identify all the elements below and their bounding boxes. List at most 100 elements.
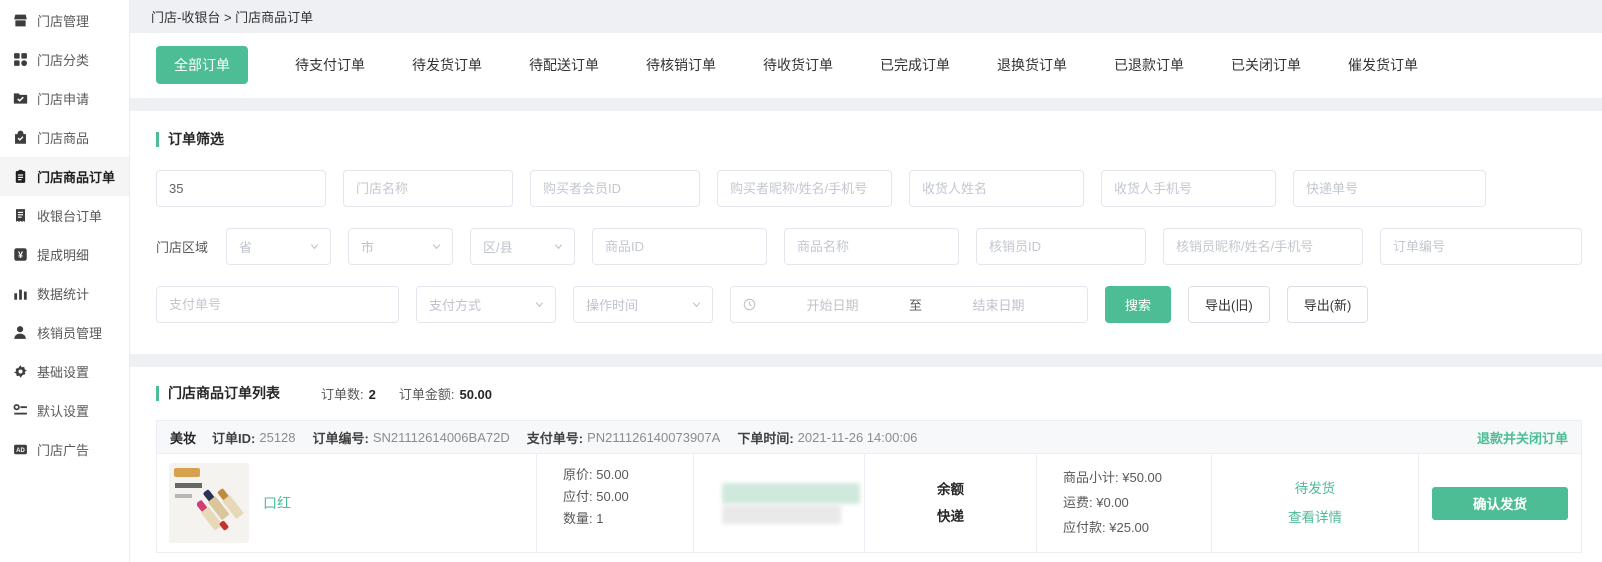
price-cell: 原价: 50.00 应付: 50.00 数量: 1 <box>537 454 694 552</box>
store-name-input[interactable] <box>343 170 513 207</box>
filter-row-3: 支付方式 操作时间 开始日期 至 结束日期 搜索 导出(旧) 导出(新) <box>156 286 1582 323</box>
product-name-link[interactable]: 口红 <box>263 493 291 513</box>
end-date-placeholder[interactable]: 结束日期 <box>922 295 1075 314</box>
product-id-input[interactable] <box>592 228 767 265</box>
tab-urge-shipment[interactable]: 催发货订单 <box>1348 55 1418 75</box>
product-cell: 口红 <box>157 454 537 552</box>
original-price-value: 50.00 <box>596 467 629 482</box>
folder-check-icon <box>13 91 28 106</box>
sidebar-item-store-manage[interactable]: 门店管理 <box>0 1 129 40</box>
sidebar-item-store-ads[interactable]: AD 门店广告 <box>0 430 129 469</box>
buyer-info-input[interactable] <box>717 170 892 207</box>
pay-no-value: PN211126140073907A <box>587 430 720 445</box>
order-block: 美妆 订单ID: 25128 订单编号: SN21112614006BA72D … <box>156 420 1582 553</box>
sidebar-item-store-category[interactable]: 门店分类 <box>0 40 129 79</box>
sidebar-item-label: 门店广告 <box>37 440 89 459</box>
province-select[interactable]: 省 <box>226 228 331 265</box>
region-label: 门店区域 <box>156 237 208 256</box>
sidebar-item-label: 基础设置 <box>37 362 89 381</box>
payment-no-input[interactable] <box>156 286 399 323</box>
filter-row-2: 门店区域 省 市 区/县 <box>156 228 1582 265</box>
operation-time-select[interactable]: 操作时间 <box>573 286 713 323</box>
person-icon <box>13 325 28 340</box>
tab-pending-verification[interactable]: 待核销订单 <box>646 55 716 75</box>
tab-refunded[interactable]: 已退款订单 <box>1114 55 1184 75</box>
sidebar-item-store-goods-orders[interactable]: 门店商品订单 <box>0 157 129 196</box>
sidebar-item-default-settings[interactable]: 默认设置 <box>0 391 129 430</box>
tab-pending-payment[interactable]: 待支付订单 <box>295 55 365 75</box>
store-id-input[interactable] <box>156 170 326 207</box>
tab-return-exchange[interactable]: 退换货订单 <box>997 55 1067 75</box>
view-detail-link[interactable]: 查看详情 <box>1288 503 1342 532</box>
tab-pending-delivery[interactable]: 待配送订单 <box>529 55 599 75</box>
order-no-input[interactable] <box>1380 228 1582 265</box>
breadcrumb-text: 门店-收银台 > 门店商品订单 <box>151 7 313 26</box>
search-button[interactable]: 搜索 <box>1105 286 1171 323</box>
sidebar-item-cashier-orders[interactable]: 收银台订单 <box>0 196 129 235</box>
lipstick-art <box>197 479 247 541</box>
sidebar-item-commission-detail[interactable]: ¥ 提成明细 <box>0 235 129 274</box>
tab-pending-shipment[interactable]: 待发货订单 <box>412 55 482 75</box>
grid-icon <box>13 52 28 67</box>
tab-all-orders[interactable]: 全部订单 <box>156 46 248 84</box>
pay-method-select[interactable]: 支付方式 <box>416 286 556 323</box>
sidebar-item-label: 收银台订单 <box>37 206 102 225</box>
sidebar-item-data-statistics[interactable]: 数据统计 <box>0 274 129 313</box>
section-accent-bar <box>156 132 159 147</box>
city-select[interactable]: 市 <box>348 228 453 265</box>
sidebar-item-store-goods[interactable]: 门店商品 <box>0 118 129 157</box>
tab-pending-receipt[interactable]: 待收货订单 <box>763 55 833 75</box>
buyer-member-id-input[interactable] <box>530 170 700 207</box>
divider-strip <box>130 98 1602 111</box>
confirm-ship-button[interactable]: 确认发货 <box>1432 487 1568 520</box>
consignee-phone-input[interactable] <box>1101 170 1276 207</box>
divider-strip <box>130 354 1602 367</box>
buyer-info-redacted <box>722 483 860 504</box>
order-count: 订单数:2 <box>321 384 376 403</box>
breadcrumb: 门店-收银台 > 门店商品订单 <box>130 0 1602 33</box>
sidebar-item-label: 门店管理 <box>37 11 89 30</box>
order-category: 美妆 <box>170 428 196 447</box>
product-name-input[interactable] <box>784 228 959 265</box>
tracking-no-input[interactable] <box>1293 170 1486 207</box>
export-new-button[interactable]: 导出(新) <box>1287 286 1369 323</box>
date-range-picker[interactable]: 开始日期 至 结束日期 <box>730 286 1088 323</box>
chart-icon <box>13 286 28 301</box>
delivery-method-value: 快递 <box>937 503 964 530</box>
gear-icon <box>13 364 28 379</box>
buyer-info-redacted <box>722 505 841 524</box>
order-list-header: 门店商品订单列表 订单数:2 订单金额:50.00 <box>156 383 1582 403</box>
tab-closed[interactable]: 已关闭订单 <box>1231 55 1301 75</box>
qty-value: 1 <box>596 511 603 526</box>
export-old-button[interactable]: 导出(旧) <box>1188 286 1270 323</box>
verifier-id-input[interactable] <box>976 228 1146 265</box>
freight-value: ¥0.00 <box>1096 495 1129 510</box>
chevron-down-icon <box>309 241 320 252</box>
sidebar-item-basic-settings[interactable]: 基础设置 <box>0 352 129 391</box>
order-id-value: 25128 <box>259 430 295 445</box>
subtotal-value: ¥50.00 <box>1122 470 1162 485</box>
sidebar-item-store-apply[interactable]: 门店申请 <box>0 79 129 118</box>
sidebar-item-verifier-manage[interactable]: 核销员管理 <box>0 313 129 352</box>
section-accent-bar <box>156 386 159 401</box>
order-time-value: 2021-11-26 14:00:06 <box>798 430 918 445</box>
order-filter-section: 订单筛选 门店区域 省 市 <box>130 111 1602 354</box>
verifier-info-input[interactable] <box>1163 228 1363 265</box>
tab-completed[interactable]: 已完成订单 <box>880 55 950 75</box>
order-list-section: 门店商品订单列表 订单数:2 订单金额:50.00 美妆 订单ID: 25128… <box>130 367 1602 562</box>
refund-close-order-link[interactable]: 退款并关闭订单 <box>1477 428 1568 447</box>
svg-text:AD: AD <box>16 448 25 454</box>
status-cell: 待发货 查看详情 <box>1212 454 1419 552</box>
status-badge: 待发货 <box>1295 474 1336 503</box>
sidebar-item-label: 门店商品 <box>37 128 89 147</box>
sliders-icon <box>13 403 28 418</box>
district-select[interactable]: 区/县 <box>470 228 575 265</box>
pay-method-value: 余额 <box>937 476 964 503</box>
yen-icon: ¥ <box>13 247 28 262</box>
clipboard-icon <box>13 169 28 184</box>
order-header: 美妆 订单ID: 25128 订单编号: SN21112614006BA72D … <box>157 421 1581 454</box>
start-date-placeholder[interactable]: 开始日期 <box>756 295 909 314</box>
order-amount: 订单金额:50.00 <box>399 384 492 403</box>
consignee-name-input[interactable] <box>909 170 1084 207</box>
date-range-to-label: 至 <box>909 295 922 314</box>
